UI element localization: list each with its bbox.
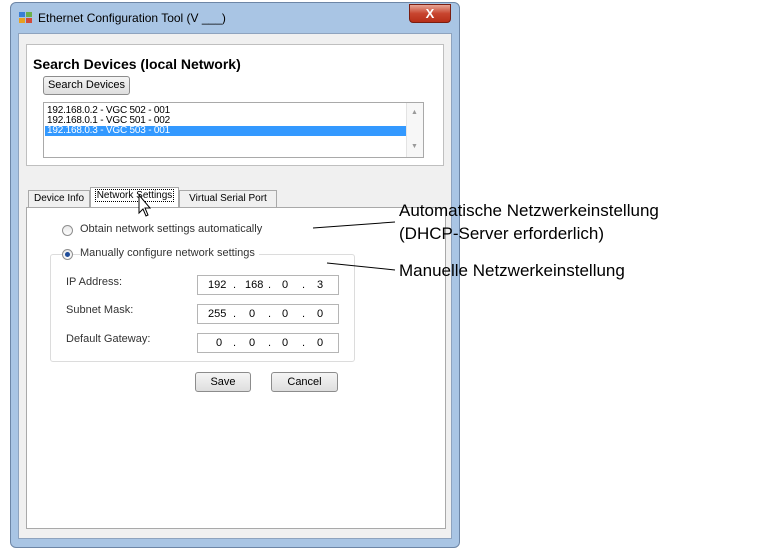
annotation-manual: Manuelle Netzwerkeinstellung bbox=[399, 261, 625, 280]
annotation-line-auto bbox=[312, 221, 396, 229]
annotation-auto-line1: Automatische Netzwerkeinstellung bbox=[399, 201, 659, 220]
annotation-line-manual bbox=[326, 262, 396, 271]
annotation-auto-line2: (DHCP-Server erforderlich) bbox=[399, 224, 604, 243]
mouse-cursor-icon bbox=[138, 193, 152, 217]
annotation-lines bbox=[138, 193, 396, 271]
